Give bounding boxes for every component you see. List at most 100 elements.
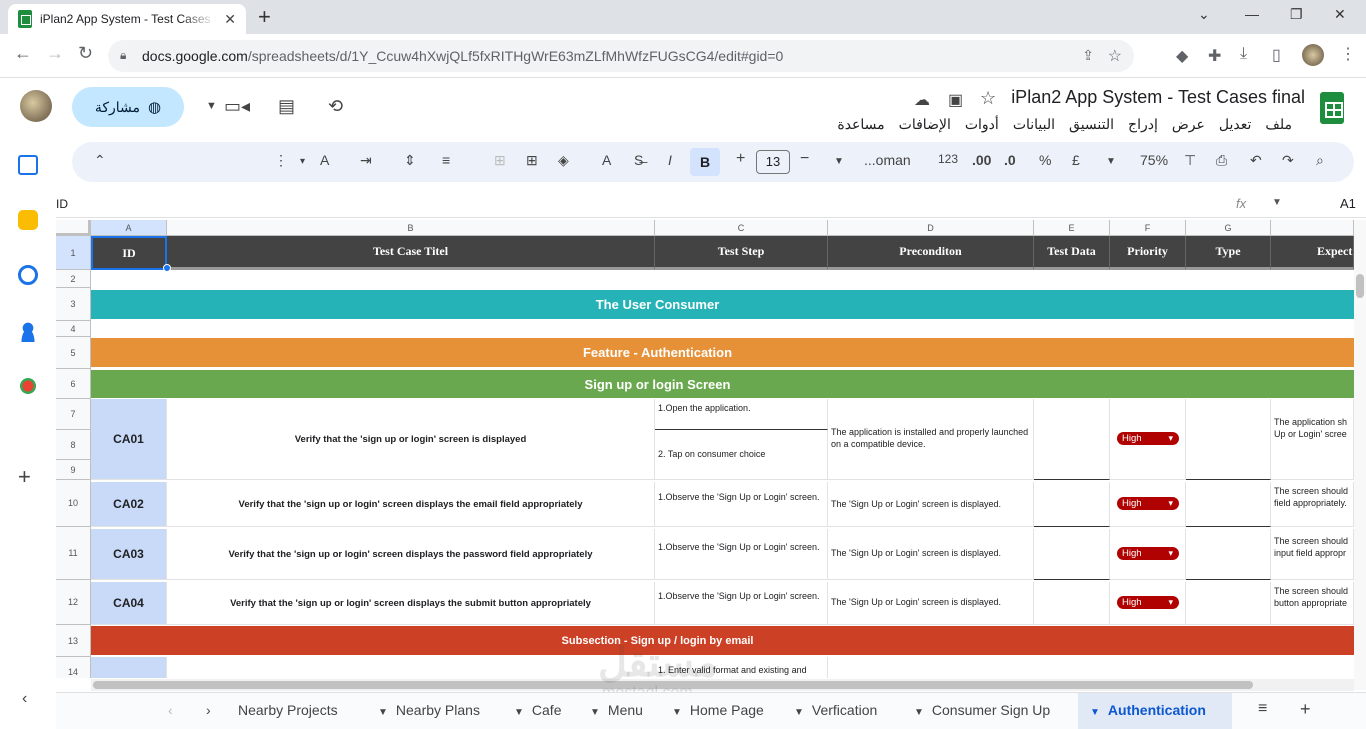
tab-caret-icon[interactable]: ▼	[590, 707, 600, 718]
star-icon[interactable]: ☆	[980, 88, 996, 109]
name-box[interactable]: A1	[1340, 196, 1356, 211]
text-color-icon[interactable]: A	[602, 152, 611, 168]
id-cell[interactable]: CA03	[91, 529, 167, 580]
row-header-14[interactable]: 14	[56, 657, 91, 678]
close-window-icon[interactable]: ✕	[1334, 6, 1346, 23]
header-cell-type[interactable]: Type	[1186, 236, 1271, 270]
text-wrap-icon[interactable]: ⇥	[360, 152, 372, 169]
maps-icon[interactable]	[18, 378, 38, 398]
font-dropdown-icon[interactable]: ▼	[834, 156, 844, 167]
collapse-toolbar-icon[interactable]: ⌃	[94, 152, 106, 169]
strikethrough-icon[interactable]: S̶	[634, 152, 643, 168]
header-cell-precondition[interactable]: Preconditon	[828, 236, 1034, 270]
select-all-corner[interactable]	[56, 220, 91, 236]
add-addon-icon[interactable]: +	[18, 464, 31, 490]
horizontal-scrollbar[interactable]	[91, 679, 1354, 691]
fill-color-icon[interactable]: ◈	[558, 152, 569, 169]
maximize-icon[interactable]: ❐	[1290, 6, 1303, 23]
row-header-13[interactable]: 13	[56, 625, 91, 657]
merge-cells-icon[interactable]: ⊞	[494, 152, 506, 169]
id-cell[interactable]: CA01	[91, 399, 167, 480]
reload-icon[interactable]: ↻	[78, 43, 93, 64]
band-user-consumer[interactable]: The User Consumer	[91, 290, 1354, 319]
row-header-9[interactable]: 9	[56, 460, 91, 480]
expected-cell[interactable]: The screen should button appropriate	[1271, 582, 1354, 625]
menu-insert[interactable]: إدراج	[1128, 116, 1158, 133]
borders-icon[interactable]: ⊞	[526, 152, 538, 169]
row-header-7[interactable]: 7	[56, 399, 91, 430]
title-cell[interactable]: Verify that the 'sign up or login' scree…	[167, 529, 655, 580]
id-cell[interactable]: CA02	[91, 482, 167, 527]
header-cell-priority[interactable]: Priority	[1110, 236, 1186, 270]
test-data-cell[interactable]	[1034, 582, 1110, 625]
priority-chip[interactable]: High	[1117, 547, 1179, 560]
title-cell[interactable]: Verify that the 'sign up or login' scree…	[167, 582, 655, 625]
row-header-6[interactable]: 6	[56, 369, 91, 399]
precondition-cell[interactable]: The 'Sign Up or Login' screen is display…	[828, 529, 1034, 580]
all-sheets-icon[interactable]: ≡	[1258, 700, 1267, 718]
expected-cell[interactable]: The screen should field appropriately.	[1271, 482, 1354, 527]
row-header-11[interactable]: 11	[56, 527, 91, 580]
collapse-panel-icon[interactable]: ‹	[22, 690, 27, 708]
cloud-status-icon[interactable]: ☁	[914, 90, 930, 110]
vertical-align-icon[interactable]: ⇕	[404, 152, 416, 169]
priority-chip[interactable]: High	[1117, 596, 1179, 609]
number-format-button[interactable]: 123	[938, 152, 958, 166]
back-icon[interactable]: ←	[14, 43, 32, 64]
browser-tab[interactable]: iPlan2 App System - Test Cases f ✕	[8, 4, 246, 34]
menu-view[interactable]: عرض	[1172, 116, 1205, 133]
avatar[interactable]	[20, 90, 52, 122]
formula-input[interactable]: ID	[56, 197, 68, 211]
step-cell[interactable]: 1.Observe the 'Sign Up or Login' screen.	[655, 529, 828, 580]
chrome-menu-icon[interactable]: ⋮	[1340, 44, 1356, 64]
id-cell[interactable]	[91, 657, 167, 678]
keep-icon[interactable]	[18, 210, 38, 230]
undo-icon[interactable]: ↶	[1250, 152, 1262, 169]
text-rotate-a-icon[interactable]: A	[320, 152, 329, 168]
sheet-tab-authentication[interactable]: ▼ Authentication	[1090, 702, 1206, 718]
test-data-cell[interactable]	[1034, 399, 1110, 480]
scroll-tabs-right-icon[interactable]: ›	[206, 702, 211, 718]
type-cell[interactable]	[1186, 482, 1271, 527]
minimize-icon[interactable]: —	[1245, 6, 1259, 22]
step-cell[interactable]: 1.Observe the 'Sign Up or Login' screen.	[655, 482, 828, 527]
url-field[interactable]: 🔒︎ docs.google.com/spreadsheets/d/1Y_Ccu…	[108, 40, 1134, 72]
print-icon[interactable]: ⎙	[1216, 152, 1227, 169]
header-cell-expected[interactable]: Expect	[1271, 236, 1354, 270]
zoom-select[interactable]: 75%	[1140, 152, 1168, 168]
row-header-4[interactable]: 4	[56, 321, 91, 337]
id-cell[interactable]: CA04	[91, 582, 167, 625]
tab-caret-icon[interactable]: ▼	[378, 707, 388, 718]
header-cell-id[interactable]: ID	[91, 236, 167, 270]
currency-button[interactable]: £	[1072, 152, 1080, 168]
share-page-icon[interactable]: ⇪	[1082, 47, 1094, 64]
title-cell[interactable]: Verify that the 'sign up or login' scree…	[167, 482, 655, 527]
col-header-e[interactable]: E	[1034, 220, 1110, 236]
share-button[interactable]: مشاركة ◍	[72, 87, 184, 127]
selection-handle[interactable]	[163, 264, 171, 272]
col-header-c[interactable]: C	[655, 220, 828, 236]
comments-icon[interactable]: ▤	[278, 96, 295, 117]
vertical-scrollbar[interactable]	[1354, 220, 1366, 690]
contacts-icon[interactable]	[18, 322, 38, 342]
font-size-decrease-icon[interactable]: −	[800, 150, 809, 168]
row-header-1[interactable]: 1	[56, 236, 91, 270]
scroll-tabs-left-icon[interactable]: ‹	[168, 702, 173, 718]
document-title[interactable]: iPlan2 App System - Test Cases final	[1011, 87, 1305, 108]
calendar-icon[interactable]	[18, 155, 38, 175]
type-cell[interactable]	[1186, 582, 1271, 625]
font-family-select[interactable]: ...oman	[864, 152, 911, 168]
col-header-b[interactable]: B	[167, 220, 655, 236]
puzzle-icon[interactable]: ✚	[1208, 46, 1221, 66]
step-cell[interactable]: 1.Open the application.	[655, 399, 828, 430]
move-folder-icon[interactable]: ▣	[948, 90, 963, 110]
sheet-tab-menu[interactable]: ▼ Menu	[590, 702, 643, 718]
step-cell[interactable]: 2. Tap on consumer choice	[655, 430, 828, 480]
name-box-dropdown-icon[interactable]: ▼	[1272, 197, 1282, 208]
precondition-cell[interactable]: The application is installed and properl…	[828, 399, 1034, 480]
row-header-10[interactable]: 10	[56, 480, 91, 527]
tab-caret-icon[interactable]: ▼	[1090, 707, 1100, 718]
search-menus-icon[interactable]: ⌕	[1316, 152, 1324, 169]
tab-caret-icon[interactable]: ▼	[794, 707, 804, 718]
percent-button[interactable]: %	[1039, 152, 1051, 168]
